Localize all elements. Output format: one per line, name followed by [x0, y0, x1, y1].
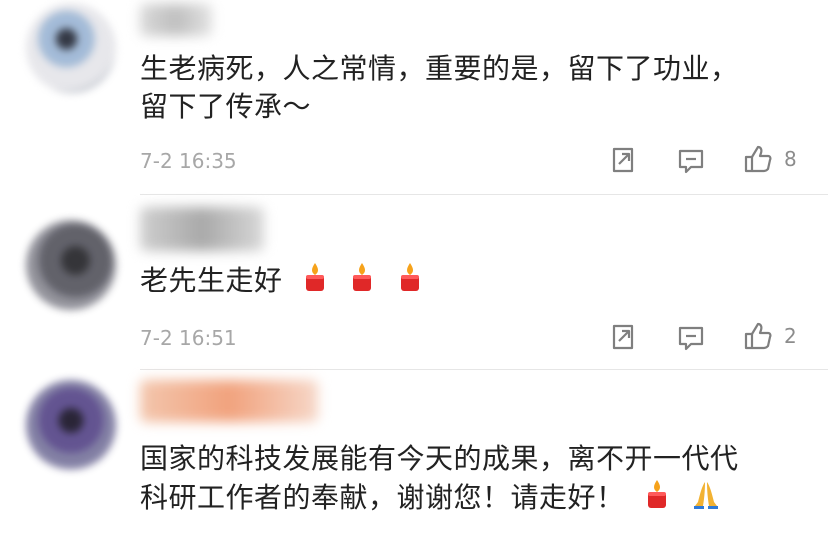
- username-blurred[interactable]: [140, 380, 318, 422]
- username-blurred[interactable]: [140, 4, 212, 36]
- comment-text-line: 老先生走好: [140, 264, 283, 297]
- comment-button[interactable]: [676, 146, 706, 176]
- like-button[interactable]: 2: [742, 320, 797, 352]
- like-count: 2: [784, 324, 797, 348]
- candle-icon: [347, 261, 377, 303]
- comment-text-line: 国家的科技发展能有今天的成果，离不开一代代: [140, 442, 739, 475]
- avatar[interactable]: [26, 380, 116, 470]
- share-icon: [608, 145, 638, 175]
- comment-text: 老先生走好: [140, 261, 425, 303]
- comment-1: 生老病死，人之常情，重要的是，留下了功业， 留下了传承～ 7-2 16:35 8: [0, 0, 828, 195]
- like-button[interactable]: 8: [742, 143, 797, 175]
- comment-3: 国家的科技发展能有今天的成果，离不开一代代 科研工作者的奉献，谢谢您！请走好！: [0, 370, 828, 535]
- thumbs-up-icon: [742, 320, 774, 352]
- comment-icon: [676, 323, 706, 353]
- comment-text-line: 科研工作者的奉献，谢谢您！请走好！: [140, 481, 625, 514]
- share-icon: [608, 322, 638, 352]
- candle-icon: [395, 261, 425, 303]
- comment-text: 生老病死，人之常情，重要的是，留下了功业， 留下了传承～: [140, 50, 739, 126]
- praying-hands-icon: [689, 478, 723, 520]
- avatar[interactable]: [26, 220, 116, 310]
- avatar[interactable]: [26, 3, 116, 93]
- share-button[interactable]: [608, 145, 638, 175]
- comment-button[interactable]: [676, 323, 706, 353]
- comment-text: 国家的科技发展能有今天的成果，离不开一代代 科研工作者的奉献，谢谢您！请走好！: [140, 440, 739, 520]
- comment-text-line: 生老病死，人之常情，重要的是，留下了功业，: [140, 52, 739, 85]
- candle-icon: [300, 261, 330, 303]
- comment-2: 老先生走好 7-2 16:51 2: [0, 195, 828, 370]
- like-count: 8: [784, 147, 797, 171]
- comment-text-line: 留下了传承～: [140, 90, 312, 123]
- comment-icon: [676, 146, 706, 176]
- timestamp: 7-2 16:51: [140, 326, 237, 350]
- share-button[interactable]: [608, 322, 638, 352]
- thumbs-up-icon: [742, 143, 774, 175]
- username-blurred[interactable]: [140, 207, 264, 251]
- timestamp: 7-2 16:35: [140, 149, 237, 173]
- candle-icon: [642, 478, 672, 520]
